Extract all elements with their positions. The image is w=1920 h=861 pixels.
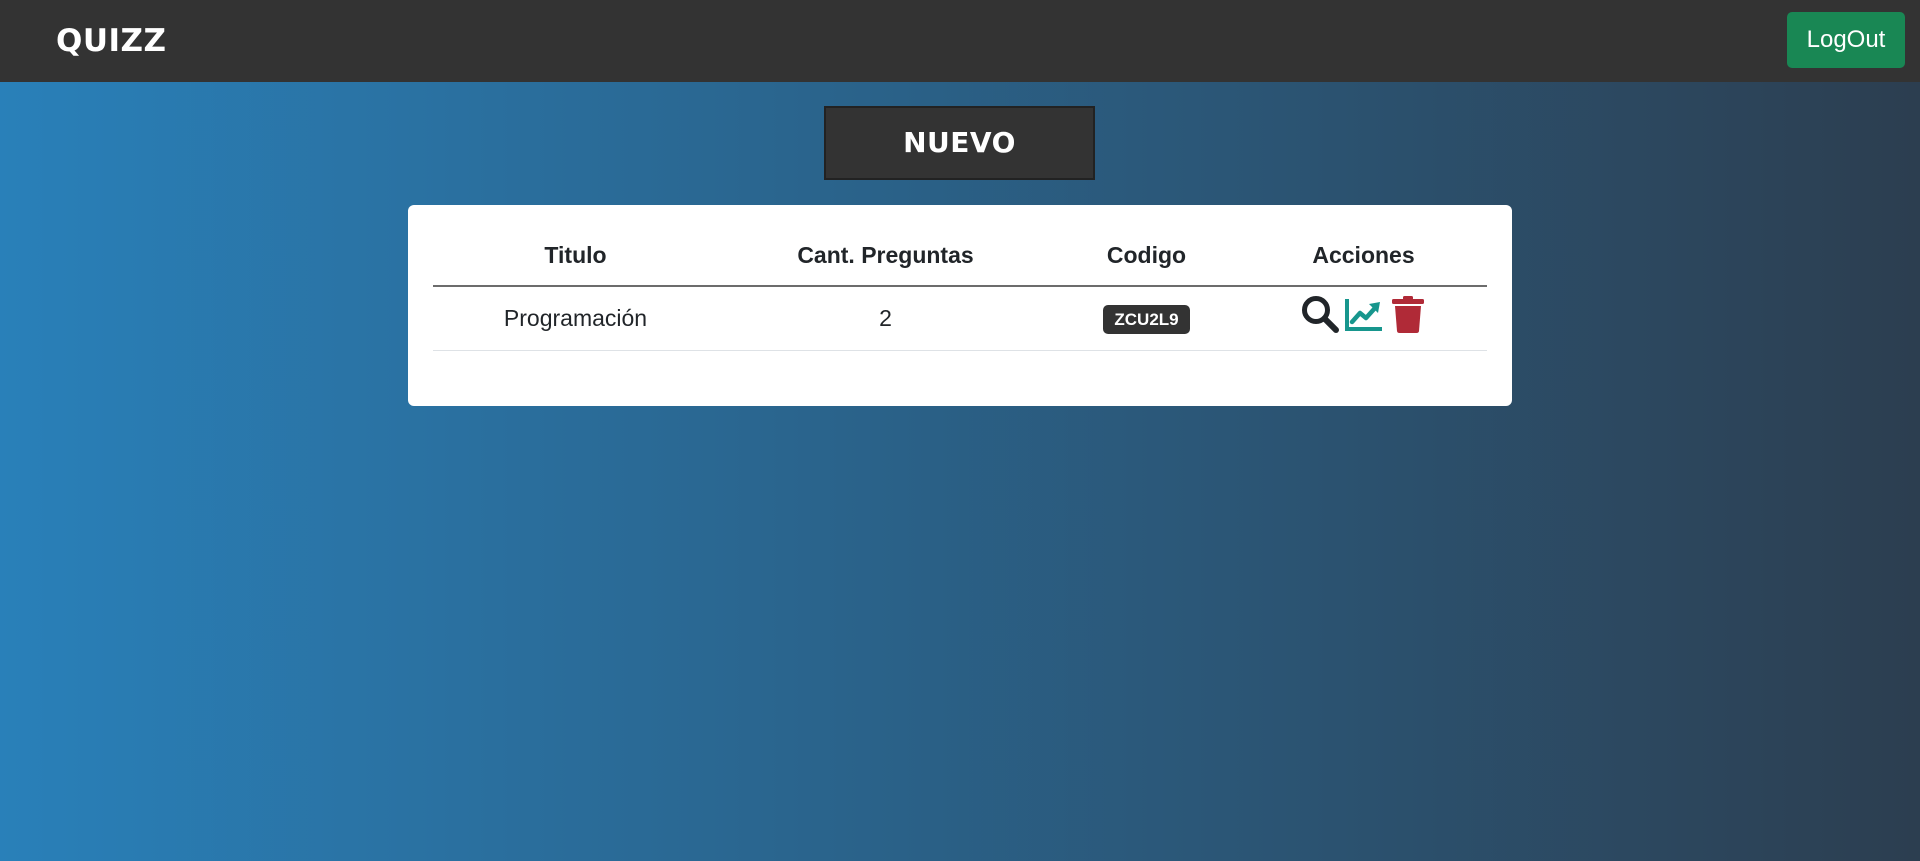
cell-acciones <box>1240 286 1487 351</box>
header-acciones: Acciones <box>1240 225 1487 287</box>
table-header-row: Titulo Cant. Preguntas Codigo Acciones <box>433 225 1487 287</box>
header-codigo: Codigo <box>1053 225 1240 287</box>
trash-icon[interactable] <box>1388 294 1428 334</box>
quiz-list-card: Titulo Cant. Preguntas Codigo Acciones P… <box>408 205 1512 406</box>
header-cant-preguntas: Cant. Preguntas <box>718 225 1053 287</box>
cell-codigo: ZCU2L9 <box>1053 286 1240 351</box>
new-quiz-button[interactable]: NUEVO <box>824 106 1095 180</box>
quiz-table: Titulo Cant. Preguntas Codigo Acciones P… <box>433 225 1487 351</box>
logout-button[interactable]: LogOut <box>1787 12 1905 68</box>
row-actions <box>1300 294 1428 334</box>
brand-logo[interactable]: QUIZZ <box>56 22 167 60</box>
header-titulo: Titulo <box>433 225 718 287</box>
chart-line-icon[interactable] <box>1344 294 1384 334</box>
quiz-code-badge: ZCU2L9 <box>1103 304 1190 334</box>
table-row: Programación 2 ZCU2L9 <box>433 286 1487 351</box>
cell-titulo: Programación <box>433 286 718 351</box>
search-icon[interactable] <box>1300 294 1340 334</box>
cell-cant-preguntas: 2 <box>718 286 1053 351</box>
navbar: QUIZZ LogOut <box>0 0 1920 82</box>
